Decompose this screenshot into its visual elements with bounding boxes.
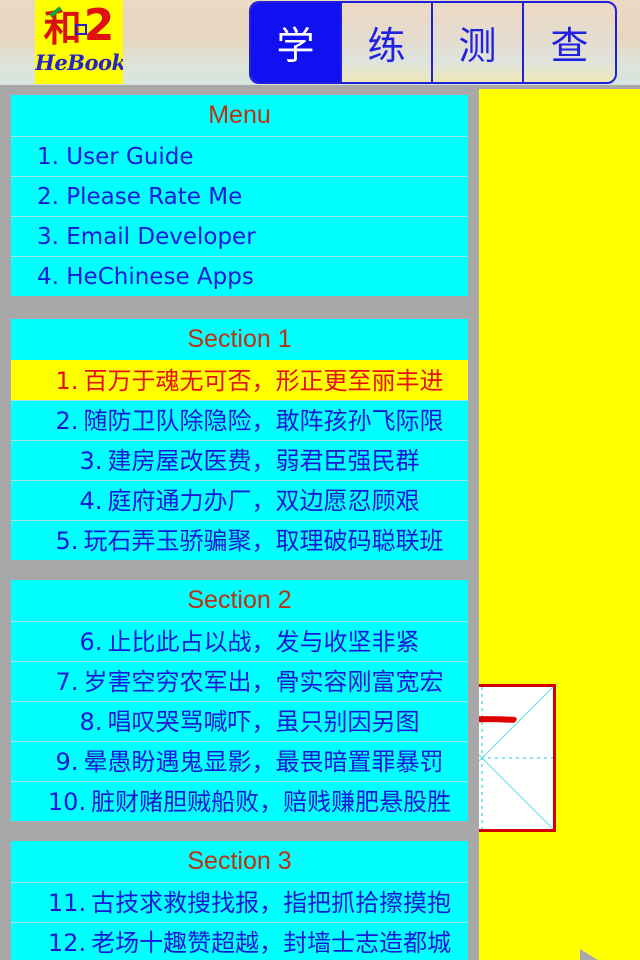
lesson-row[interactable]: 7. 岁害空穷农军出，骨实容刚富宽宏 <box>11 661 468 701</box>
lesson-row-number: 1. <box>55 367 79 395</box>
tab-lian-label: 练 <box>367 24 406 68</box>
menu-item-rate-me[interactable]: 2. Please Rate Me <box>11 176 468 216</box>
lesson-row-number: 12. <box>47 929 87 957</box>
lesson-row-number: 5. <box>55 527 79 555</box>
lesson-row[interactable]: 2. 随防卫队除隐险，敢阵孩孙飞际限 <box>11 400 468 440</box>
lesson-row-text: 古技求救搜找报，指把抓拾擦摸抱 <box>91 889 452 917</box>
lesson-row-text: 止比此占以战，发与收坚非紧 <box>107 628 420 656</box>
lesson-row-text: 建房屋改医费，弱君臣强民群 <box>107 447 420 475</box>
tab-cha[interactable]: 查 <box>524 3 615 82</box>
tab-xue-label: 学 <box>276 24 315 68</box>
tab-lian[interactable]: 练 <box>342 3 433 82</box>
lesson-row[interactable]: 3. 建房屋改医费，弱君臣强民群 <box>11 440 468 480</box>
lesson-row[interactable]: 6. 止比此占以战，发与收坚非紧 <box>11 621 468 661</box>
lesson-row-number: 4. <box>79 487 103 515</box>
logo-digit: 2 <box>83 0 115 51</box>
lesson-row-text: 庭府通力办厂，双边愿忍顾艰 <box>107 487 420 515</box>
lesson-row-number: 9. <box>55 748 79 776</box>
tab-cha-label: 查 <box>550 24 589 68</box>
lesson-row-number: 3. <box>79 447 103 475</box>
lesson-row-number: 6. <box>79 628 103 656</box>
section-3-panel: Section 3 11. 古技求救搜找报，指把抓拾擦摸抱 12. 老场十趣赞超越，… <box>11 841 468 960</box>
menu-panel-title: Menu <box>11 95 468 136</box>
lesson-row-number: 2. <box>55 407 79 435</box>
lesson-row-text: 唱叹哭骂喊吓，虽只别因另图 <box>107 708 420 736</box>
lesson-row-number: 11. <box>47 889 87 917</box>
lesson-row-number: 10. <box>47 788 87 816</box>
lesson-row[interactable]: 12. 老场十趣赞超越，封墙士志造都城 <box>11 922 468 960</box>
lesson-row-number: 7. <box>55 668 79 696</box>
lesson-row-text: 玩石弄玉骄骗聚，取理破码聪联班 <box>83 527 444 555</box>
logo-graphic: 和2 <box>35 4 123 52</box>
lesson-row-text: 脏财赌胆贼船败，赔贱赚肥悬股胜 <box>91 788 452 816</box>
app-header: 和2 HeBook 学 练 测 查 <box>0 0 640 85</box>
lesson-row-number: 8. <box>79 708 103 736</box>
lesson-list-overlay: Menu 1. User Guide 2. Please Rate Me 3. … <box>0 89 479 960</box>
lesson-row[interactable]: 4. 庭府通力办厂，双边愿忍顾艰 <box>11 480 468 520</box>
lesson-row-text: 随防卫队除隐险，敢阵孩孙飞际限 <box>83 407 444 435</box>
tab-xue[interactable]: 学 <box>251 3 342 82</box>
app-root: 可 否 丰 进 21; ke3 真正明白 更好学 进 至多 <box>0 0 640 960</box>
menu-item-hechinese-apps[interactable]: 4. HeChinese Apps <box>11 256 468 296</box>
lesson-row-text: 岁害空穷农军出，骨实容刚富宽宏 <box>83 668 444 696</box>
lesson-row-text: 老场十趣赞超越，封墙士志造都城 <box>91 929 452 957</box>
menu-item-user-guide[interactable]: 1. User Guide <box>11 136 468 176</box>
section-1-title: Section 1 <box>11 319 468 360</box>
lesson-row[interactable]: 9. 晕愚盼遇鬼显影，最畏暗置罪暴罚 <box>11 741 468 781</box>
section-1-panel: Section 1 1. 百万于魂无可否，形正更至丽丰进 2. 随防卫队除隐险，敢阵… <box>11 319 468 560</box>
top-tab-bar: 学 练 测 查 <box>249 1 617 84</box>
logo-wordmark: HeBook <box>35 50 123 75</box>
menu-item-email-developer[interactable]: 3. Email Developer <box>11 216 468 256</box>
tab-ce[interactable]: 测 <box>433 3 524 82</box>
next-arrow-icon[interactable] <box>516 947 624 960</box>
header-divider <box>0 85 640 89</box>
logo-blue-box <box>75 24 87 35</box>
menu-panel: Menu 1. User Guide 2. Please Rate Me 3. … <box>11 95 468 296</box>
section-2-panel: Section 2 6. 止比此占以战，发与收坚非紧 7. 岁害空穷农军出，骨实容刚… <box>11 580 468 821</box>
lesson-row[interactable]: 1. 百万于魂无可否，形正更至丽丰进 <box>11 360 468 400</box>
app-logo: 和2 HeBook <box>35 0 123 84</box>
lesson-row-text: 晕愚盼遇鬼显影，最畏暗置罪暴罚 <box>83 748 444 776</box>
lesson-row-text: 百万于魂无可否，形正更至丽丰进 <box>83 367 444 395</box>
lesson-row[interactable]: 10. 脏财赌胆贼船败，赔贱赚肥悬股胜 <box>11 781 468 821</box>
section-2-title: Section 2 <box>11 580 468 621</box>
lesson-row[interactable]: 8. 唱叹哭骂喊吓，虽只别因另图 <box>11 701 468 741</box>
lesson-row[interactable]: 11. 古技求救搜找报，指把抓拾擦摸抱 <box>11 882 468 922</box>
section-3-title: Section 3 <box>11 841 468 882</box>
tab-ce-label: 测 <box>458 24 497 68</box>
lesson-row[interactable]: 5. 玩石弄玉骄骗聚，取理破码聪联班 <box>11 520 468 560</box>
